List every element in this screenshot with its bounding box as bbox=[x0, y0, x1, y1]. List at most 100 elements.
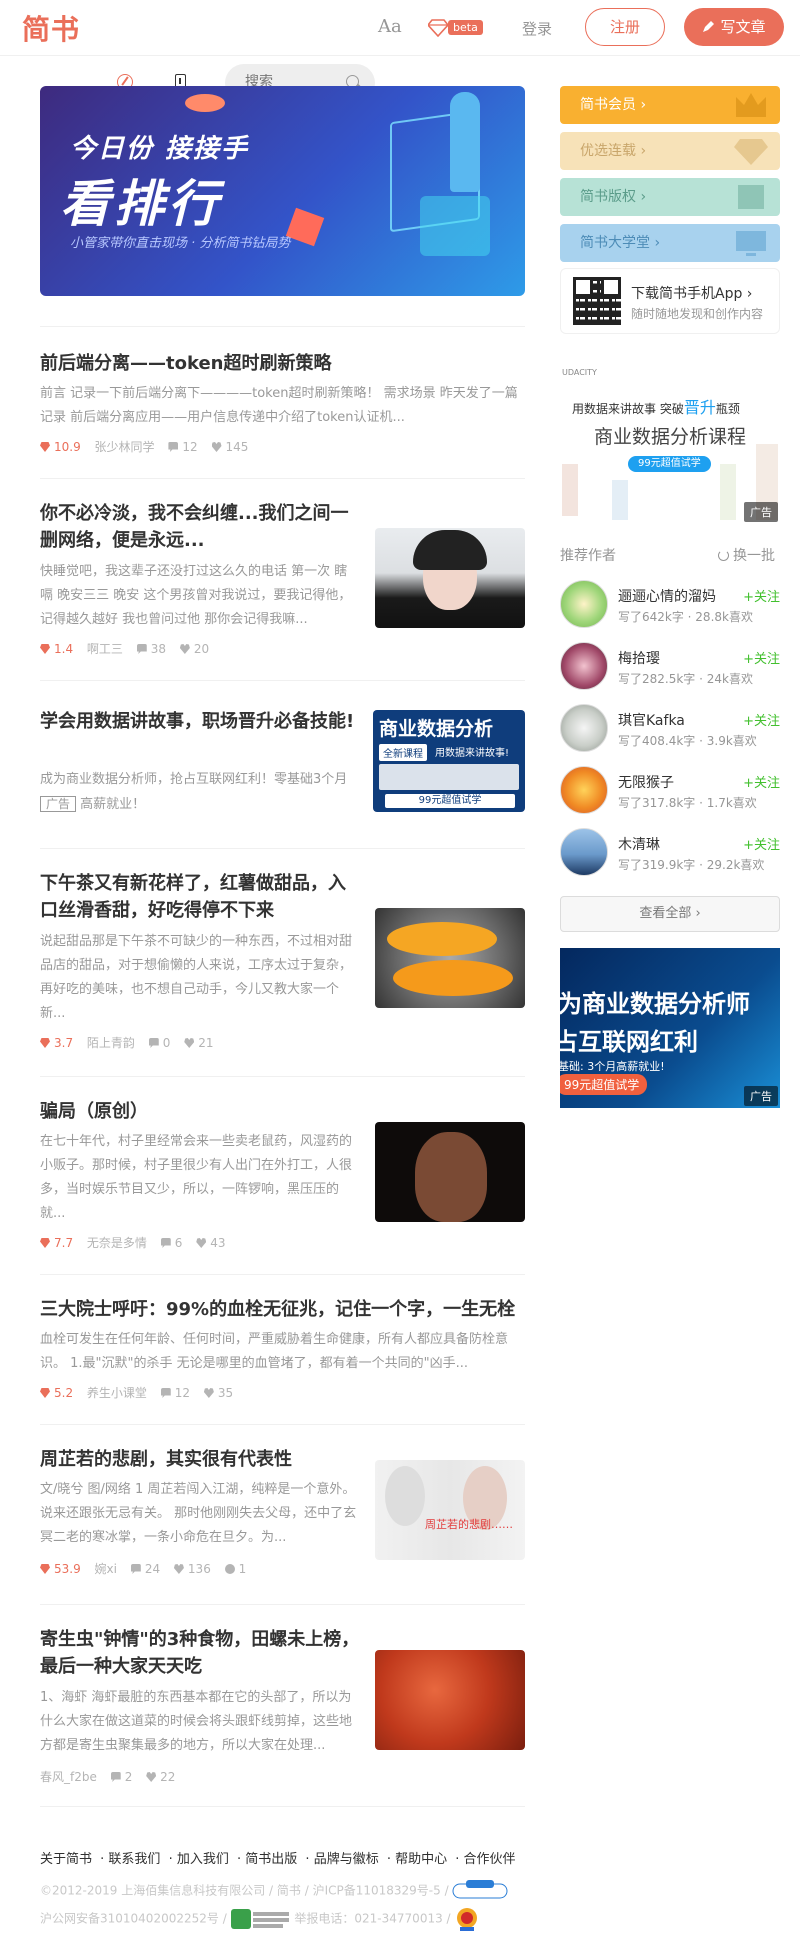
ad-headline-b: 晋升 bbox=[683, 398, 716, 417]
author-name[interactable]: 琪官Kafka bbox=[618, 710, 685, 730]
ad-abstract-text: 成为商业数据分析师，抢占互联网红利！零基础3个月 bbox=[40, 772, 348, 787]
article-author[interactable]: 养生小课堂 bbox=[87, 1386, 147, 1400]
board-university[interactable]: 简书大学堂 › bbox=[560, 224, 780, 262]
article-author[interactable]: 春风_f2be bbox=[40, 1770, 97, 1784]
ad-figure-decoration bbox=[612, 480, 628, 520]
comment-count[interactable]: 12 bbox=[160, 1386, 190, 1400]
article-author[interactable]: 无奈是多情 bbox=[87, 1236, 147, 1250]
article-meta: 7.7 无奈是多情 6 43 bbox=[40, 1234, 236, 1250]
recommend-refresh[interactable]: 换一批 bbox=[718, 545, 775, 565]
comment-count[interactable]: 24 bbox=[130, 1562, 160, 1576]
avatar[interactable] bbox=[560, 580, 608, 628]
police-badge-icon[interactable] bbox=[454, 1906, 480, 1932]
author-name[interactable]: 梅拾璎 bbox=[618, 648, 660, 668]
article-thumbnail[interactable] bbox=[375, 908, 525, 1008]
banner-desk-decoration bbox=[420, 196, 490, 256]
avatar[interactable] bbox=[560, 642, 608, 690]
divider bbox=[40, 1806, 525, 1807]
login-link[interactable]: 登录 bbox=[522, 18, 552, 39]
report-phone-text: 举报电话：021-34770013 / bbox=[294, 1911, 451, 1926]
board-serial[interactable]: 优选连载 › bbox=[560, 132, 780, 170]
monitor-icon bbox=[736, 231, 766, 256]
ad-figure-decoration bbox=[720, 464, 736, 520]
footer-link-join[interactable]: 加入我们 bbox=[177, 1852, 229, 1867]
comment-count[interactable]: 38 bbox=[136, 642, 166, 656]
follow-button[interactable]: +关注 bbox=[743, 710, 780, 729]
article-title[interactable]: 周芷若的悲剧，其实很有代表性 bbox=[40, 1446, 360, 1473]
comment-count[interactable]: 12 bbox=[168, 440, 198, 454]
article-author[interactable]: 陌上青韵 bbox=[87, 1036, 135, 1050]
see-all-authors-button[interactable]: 查看全部 › bbox=[560, 896, 780, 932]
recommend-refresh-label: 换一批 bbox=[733, 548, 775, 564]
ad-label: 广告 bbox=[744, 1086, 778, 1106]
article-abstract: 前言 记录一下前后端分离下————token超时刷新策略！ 需求场景 昨天发了一… bbox=[40, 386, 518, 425]
download-app-card[interactable]: 下载简书手机App › 随时随地发现和创作内容 bbox=[560, 268, 780, 334]
footer-link-brand[interactable]: 品牌与徽标 bbox=[314, 1852, 379, 1867]
avatar[interactable] bbox=[560, 766, 608, 814]
article-item: 前后端分离——token超时刷新策略 前言 记录一下前后端分离下————toke… bbox=[40, 350, 525, 460]
ad-line3: 基础: 3个月高薪就业! bbox=[560, 1060, 665, 1073]
ad-headline-a: 用数据来讲故事 突破 bbox=[572, 402, 684, 416]
board-label: 优选连载 › bbox=[580, 143, 647, 159]
comment-count[interactable]: 6 bbox=[160, 1236, 182, 1250]
article-author[interactable]: 婉xi bbox=[95, 1562, 117, 1576]
sidebar-ad-bottom[interactable]: 为商业数据分析师 占互联网红利 基础: 3个月高薪就业! 99元超值试学 广告 bbox=[560, 948, 780, 1108]
board-copyright[interactable]: 简书版权 › bbox=[560, 178, 780, 216]
footer-link-partners[interactable]: 合作伙伴 bbox=[464, 1852, 516, 1867]
banner-carousel[interactable]: 今日份 接接手 看排行 小管家带你直击现场 · 分析简书钻局势 bbox=[40, 86, 525, 296]
comment-count[interactable]: 2 bbox=[110, 1770, 132, 1784]
article-title[interactable]: 寄生虫"钟情"的3种食物，田螺未上榜，最后一种大家天天吃 bbox=[40, 1626, 360, 1680]
footer-link-help[interactable]: 帮助中心 bbox=[395, 1852, 447, 1867]
footer-link-contact[interactable]: 联系我们 bbox=[108, 1852, 160, 1867]
footer-link-publish[interactable]: 简书出版 bbox=[245, 1852, 297, 1867]
article-title[interactable]: 你不必冷淡，我不会纠缠...我们之间一删网络，便是永远... bbox=[40, 500, 360, 554]
author-name[interactable]: 木清琳 bbox=[618, 834, 660, 854]
article-item: 周芷若的悲剧，其实很有代表性 文/晓兮 图/网络 1 周芷若闯入江湖，纯粹是一个… bbox=[40, 1446, 525, 1586]
logo[interactable]: 简书 bbox=[22, 8, 80, 48]
report-center-badge-icon[interactable] bbox=[230, 1908, 291, 1930]
follow-button[interactable]: +关注 bbox=[743, 772, 780, 791]
article-author[interactable]: 啊工三 bbox=[87, 642, 123, 656]
font-size-toggle[interactable]: Aa bbox=[378, 16, 402, 37]
article-thumbnail[interactable]: 周芷若的悲剧…… bbox=[375, 1460, 525, 1560]
footer-registration: 沪公网安备31010402002252号 / 举报电话：021-34770013… bbox=[40, 1906, 480, 1932]
article-title[interactable]: 学会用数据讲故事，职场晋升必备技能! bbox=[40, 708, 360, 735]
article-thumbnail[interactable] bbox=[375, 528, 525, 628]
avatar[interactable] bbox=[560, 828, 608, 876]
article-item: 三大院士呼吁：99%的血栓无征兆，记住一个字，一生无栓 血栓可发生在任何年龄、任… bbox=[40, 1296, 525, 1406]
register-button[interactable]: 注册 bbox=[585, 8, 665, 46]
comment-count[interactable]: 0 bbox=[148, 1036, 170, 1050]
heart-icon bbox=[203, 1388, 214, 1398]
follow-button[interactable]: +关注 bbox=[743, 586, 780, 605]
footer-copyright: ©2012-2019 上海佰集信息科技有限公司 / 简书 / 沪ICP备1101… bbox=[40, 1880, 508, 1902]
comment-icon bbox=[168, 442, 179, 452]
ad-title: 商业数据分析课程 bbox=[593, 426, 746, 448]
follow-button[interactable]: +关注 bbox=[743, 648, 780, 667]
footer-link-about[interactable]: 关于简书 bbox=[40, 1852, 92, 1867]
article-thumbnail[interactable] bbox=[375, 1122, 525, 1222]
ad-thumbnail[interactable]: 商业数据分析 全新课程 用数据来讲故事! 99元超值试学 bbox=[373, 710, 525, 812]
footer-links: 关于简书 · 联系我们 · 加入我们 · 简书出版 · 品牌与徽标 · 帮助中心… bbox=[40, 1852, 516, 1867]
article-title[interactable]: 三大院士呼吁：99%的血栓无征兆，记住一个字，一生无栓 bbox=[40, 1296, 525, 1323]
comment-icon bbox=[148, 1038, 159, 1048]
author-name[interactable]: 无限猴子 bbox=[618, 772, 674, 792]
sidebar-ad[interactable]: UDACITY 用数据来讲故事 突破晋升瓶颈 商业数据分析课程 99元超值试学 … bbox=[560, 364, 780, 524]
heart-icon bbox=[184, 1038, 195, 1048]
avatar[interactable] bbox=[560, 704, 608, 752]
heart-icon bbox=[179, 644, 190, 654]
article-title[interactable]: 骗局（原创） bbox=[40, 1098, 360, 1125]
ad-line1: 为商业数据分析师 bbox=[560, 990, 750, 1018]
verified-badge-icon[interactable] bbox=[452, 1880, 508, 1902]
author-name[interactable]: 逦逦心情的溜妈 bbox=[618, 586, 716, 606]
diamond-icon bbox=[40, 1388, 50, 1398]
download-app-subtitle: 随时随地发现和创作内容 bbox=[631, 307, 764, 321]
article-thumbnail[interactable] bbox=[375, 1650, 525, 1750]
portrait-hair bbox=[413, 530, 487, 570]
article-author[interactable]: 张少林同学 bbox=[95, 440, 155, 454]
board-membership[interactable]: 简书会员 › bbox=[560, 86, 780, 124]
article-title[interactable]: 下午茶又有新花样了，红薯做甜品，入口丝滑香甜，好吃得停不下来 bbox=[40, 870, 360, 924]
write-article-button[interactable]: 写文章 bbox=[684, 8, 784, 46]
follow-button[interactable]: +关注 bbox=[743, 834, 780, 853]
article-title[interactable]: 前后端分离——token超时刷新策略 bbox=[40, 350, 525, 377]
ad-cta: 99元超值试学 bbox=[560, 1074, 648, 1095]
